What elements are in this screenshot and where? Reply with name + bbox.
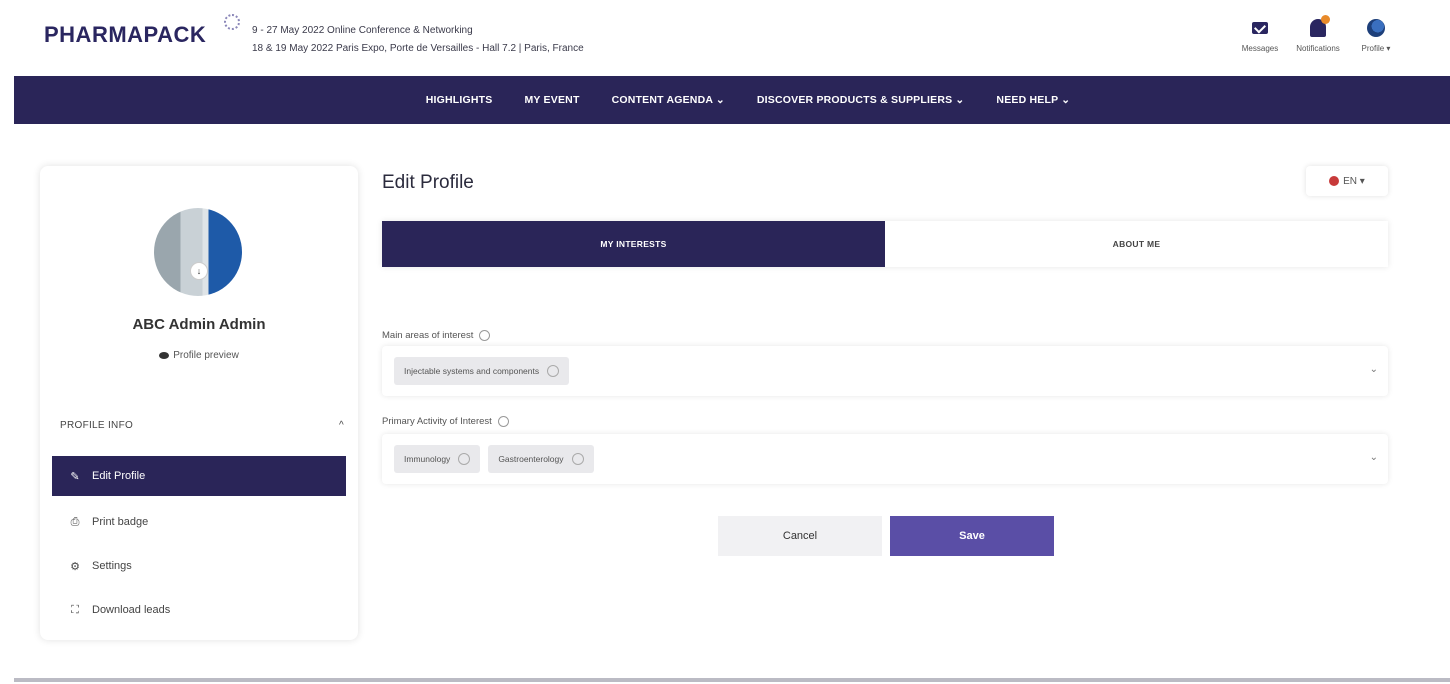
sidebar-item-edit-profile[interactable]: ✎ Edit Profile [52,456,346,496]
info-icon[interactable] [479,330,491,341]
language-flag-icon [1329,176,1340,186]
event-line-online: 9 - 27 May 2022 Online Conference & Netw… [252,25,473,36]
language-selector[interactable]: EN ▾ [1306,166,1388,196]
logo-gear-icon [224,14,240,30]
remove-chip-icon[interactable] [571,453,584,465]
notifications-label: Notifications [1296,44,1340,53]
nav-need-help[interactable]: NEED HELP ⌄ [996,94,1070,106]
profile-preview-link[interactable]: Profile preview [40,350,358,361]
gear-icon: ⚙ [70,560,80,573]
sidebar-item-label: Download leads [92,604,171,616]
upload-avatar-icon[interactable]: ↓ [190,262,208,280]
chip-label: Injectable systems and components [404,366,540,376]
bell-icon [1310,15,1330,37]
user-name: ABC Admin Admin [132,316,266,333]
eye-icon [159,351,170,359]
event-info: 9 - 27 May 2022 Online Conference & Netw… [252,22,584,58]
profile-preview-label: Profile preview [173,350,239,361]
language-label: EN ▾ [1343,175,1365,187]
top-icons: Messages Notifications Profile ▾ [1238,15,1398,53]
nav-highlights[interactable]: HIGHLIGHTS [426,94,493,106]
nav-content-agenda[interactable]: CONTENT AGENDA ⌄ [612,94,725,106]
app-frame: PHARMAPACK 9 - 27 May 2022 Online Confer… [14,0,1450,684]
notifications-button[interactable]: Notifications [1296,15,1340,53]
field-label-text: Main areas of interest [382,330,474,342]
tab-my-interests[interactable]: MY INTERESTS [382,221,885,267]
interest-chip: Immunology [394,445,481,473]
pencil-icon: ✎ [70,470,80,483]
header: PHARMAPACK 9 - 27 May 2022 Online Confer… [14,0,1450,76]
profile-tabs: MY INTERESTS ABOUT ME [382,221,1388,267]
messages-button[interactable]: Messages [1238,16,1282,53]
profile-globe-icon [1367,19,1385,37]
avatar[interactable] [154,208,242,296]
sidebar-item-settings[interactable]: ⚙ Settings [52,546,346,586]
tab-about-me[interactable]: ABOUT ME [885,221,1388,267]
info-icon[interactable] [497,416,509,427]
sidebar-item-print-badge[interactable]: ⎙ Print badge [52,502,346,542]
sidebar-item-label: Edit Profile [92,470,146,482]
sidebar-item-download-leads[interactable]: ⛶ Download leads [52,590,346,630]
printer-icon: ⎙ [70,515,80,528]
profile-sidebar: ↓ ABC Admin Admin Profile preview PROFIL… [40,166,358,640]
scan-icon: ⛶ [71,603,79,616]
page-title: Edit Profile [382,172,474,193]
field-label-main-areas: Main areas of interest [382,330,491,342]
remove-chip-icon[interactable] [458,453,471,465]
frame-bottom-border [14,678,1450,682]
primary-activity-select[interactable]: Immunology Gastroenterology ⌄ [382,434,1388,484]
cancel-button[interactable]: Cancel [718,516,882,556]
main-nav: HIGHLIGHTS MY EVENT CONTENT AGENDA ⌄ DIS… [14,76,1450,124]
chip-label: Immunology [404,454,451,464]
nav-discover-products[interactable]: DISCOVER PRODUCTS & SUPPLIERS ⌄ [757,94,965,106]
main-areas-select[interactable]: Injectable systems and components ⌄ [382,346,1388,396]
chevron-up-icon: ^ [339,420,344,431]
profile-info-header[interactable]: PROFILE INFO ^ [60,420,344,431]
envelope-icon [1252,22,1268,34]
save-button[interactable]: Save [890,516,1054,556]
sidebar-item-label: Settings [92,560,132,572]
interest-chip: Gastroenterology [488,445,594,473]
remove-chip-icon[interactable] [547,365,560,377]
profile-label: Profile ▾ [1361,44,1391,53]
chevron-down-icon[interactable]: ⌄ [1370,364,1378,375]
sidebar-item-label: Print badge [92,516,149,528]
chip-label: Gastroenterology [498,454,564,464]
profile-info-title: PROFILE INFO [60,420,134,431]
field-label-primary-activity: Primary Activity of Interest [382,416,509,427]
profile-button[interactable]: Profile ▾ [1354,16,1398,53]
messages-label: Messages [1241,44,1279,53]
chevron-down-icon[interactable]: ⌄ [1370,452,1378,463]
nav-my-event[interactable]: MY EVENT [524,94,579,106]
field-label-text: Primary Activity of Interest [382,416,492,428]
logo[interactable]: PHARMAPACK [44,22,206,48]
interest-chip: Injectable systems and components [394,357,570,385]
event-line-venue: 18 & 19 May 2022 Paris Expo, Porte de Ve… [252,43,584,54]
